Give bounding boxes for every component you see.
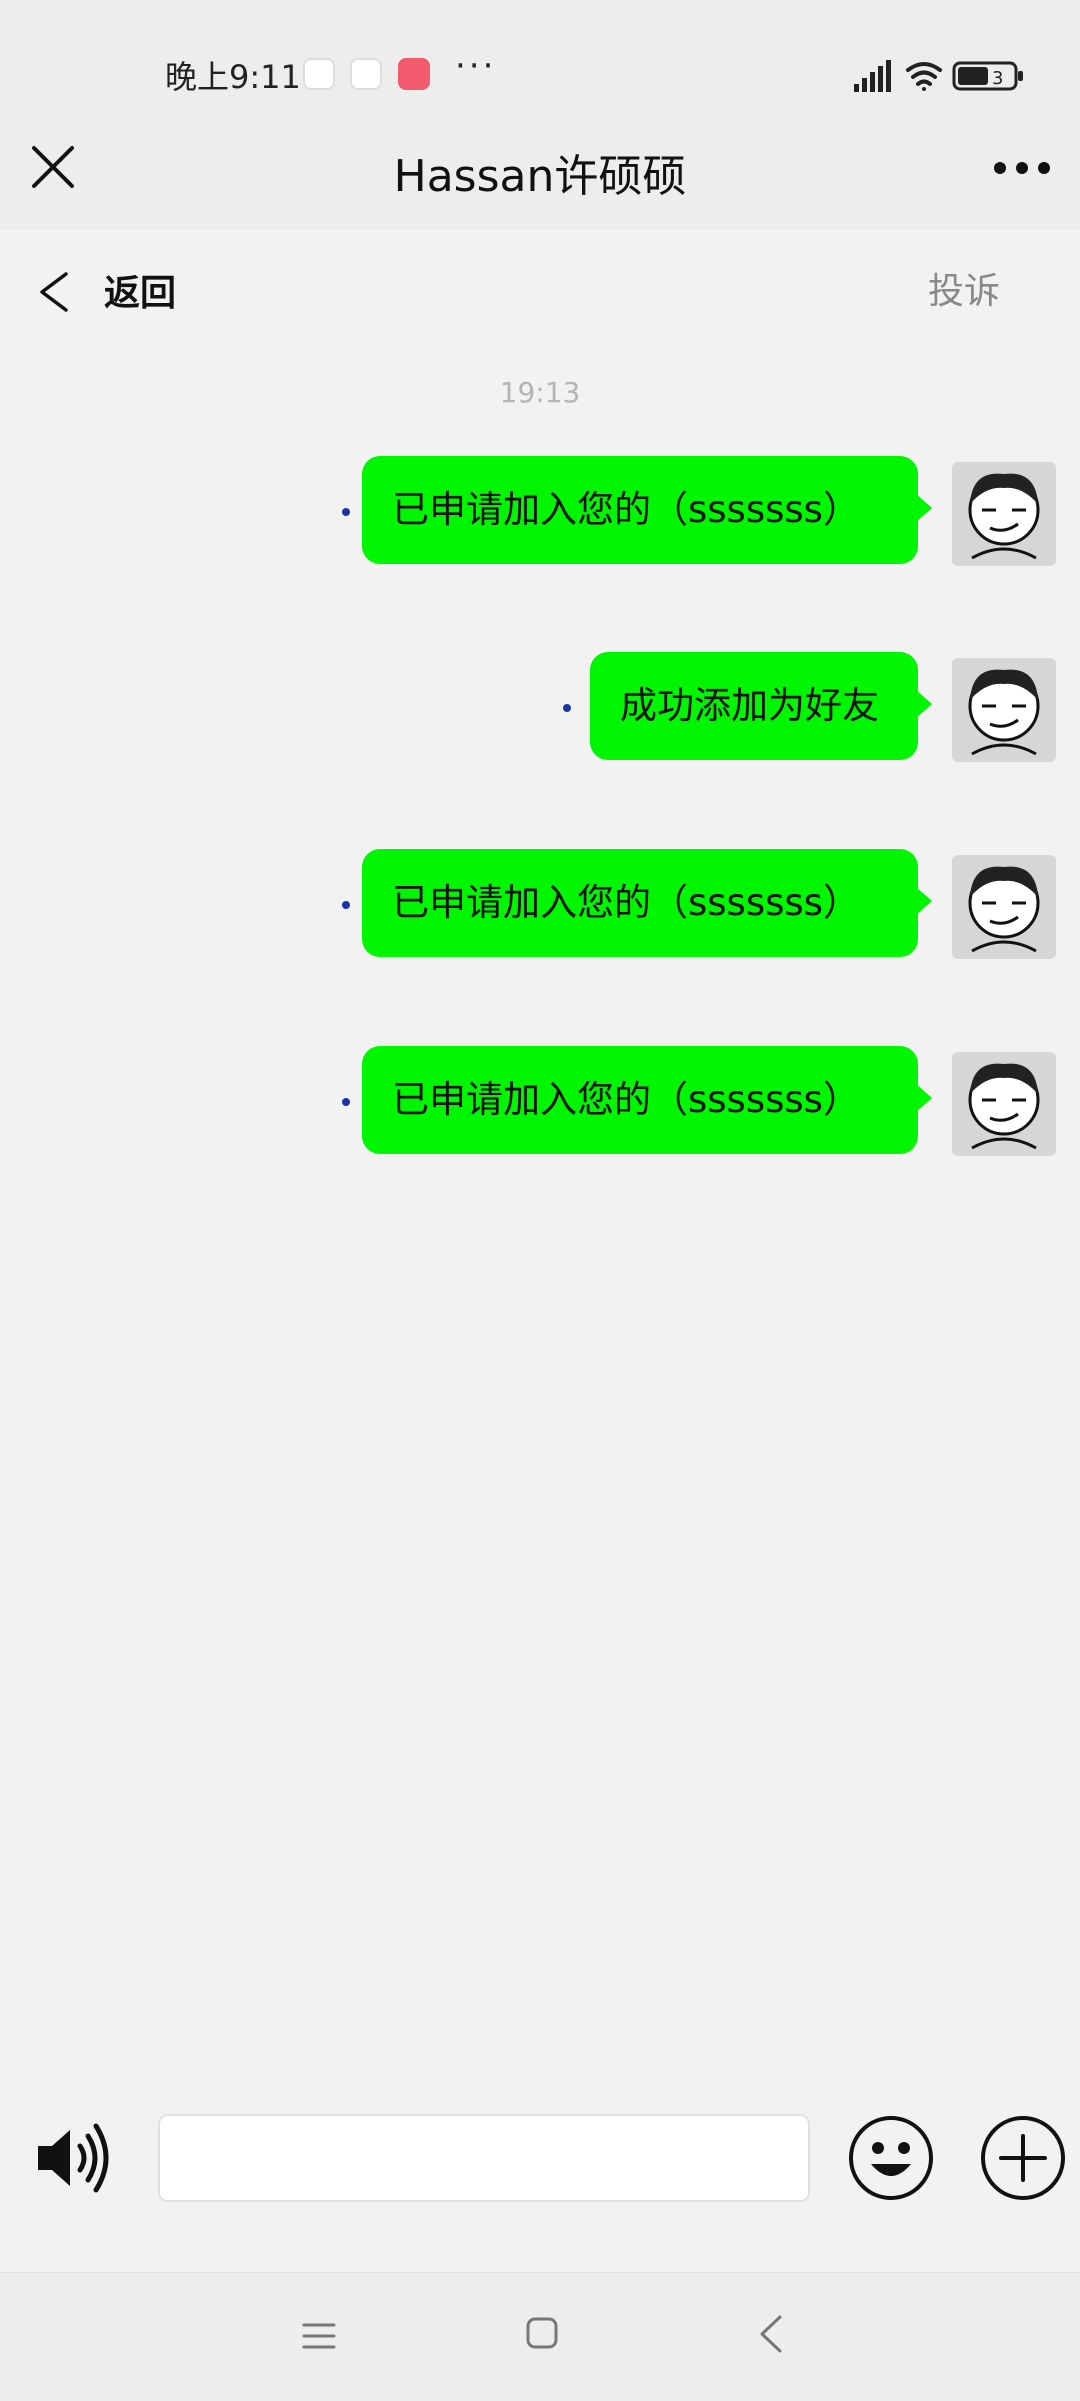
signal-icon: [854, 60, 891, 92]
home-icon[interactable]: [524, 2315, 560, 2351]
emoji-icon[interactable]: [847, 2114, 935, 2202]
read-status-dot: [342, 901, 350, 909]
read-status-dot: [563, 704, 571, 712]
wifi-icon: [906, 62, 942, 91]
message-row: 成功添加为好友: [0, 652, 1080, 762]
message-bubble[interactable]: 已申请加入您的（sssssss）: [362, 456, 932, 564]
message-bubble[interactable]: 已申请加入您的（sssssss）: [362, 849, 932, 957]
message-row: 已申请加入您的（sssssss）: [0, 849, 1080, 959]
message-row: 已申请加入您的（sssssss）: [0, 456, 1080, 566]
message-input[interactable]: [158, 2114, 810, 2202]
back-chevron-icon[interactable]: [36, 270, 70, 314]
qq-icon: [303, 58, 335, 90]
status-time: 晚上9:11: [165, 58, 301, 96]
status-indicators: 3: [854, 60, 1023, 92]
message-bubble[interactable]: 已申请加入您的（sssssss）: [362, 1046, 932, 1154]
back-button[interactable]: 返回: [104, 264, 176, 316]
menu-icon[interactable]: [300, 2319, 338, 2353]
title-bar: Hassan许硕硕: [0, 110, 1080, 230]
avatar[interactable]: [952, 855, 1056, 959]
read-status-dot: [342, 508, 350, 516]
avatar[interactable]: [952, 658, 1056, 762]
more-icon[interactable]: [992, 160, 1052, 176]
input-bar: [0, 2090, 1080, 2220]
avatar[interactable]: [952, 1052, 1056, 1156]
battery-icon: 3: [952, 61, 1023, 91]
page-title: Hassan许硕硕: [393, 151, 687, 202]
sub-bar: 返回 投诉: [0, 230, 1080, 348]
system-nav-bar: [0, 2272, 1080, 2401]
nav-back-icon[interactable]: [756, 2313, 786, 2355]
voice-icon[interactable]: [34, 2120, 114, 2196]
read-status-dot: [342, 1098, 350, 1106]
plus-icon[interactable]: [979, 2114, 1067, 2202]
battery-level: 3: [992, 68, 1003, 89]
message-bubble[interactable]: 成功添加为好友: [590, 652, 932, 760]
avatar[interactable]: [952, 462, 1056, 566]
chat-timestamp: 19:13: [499, 376, 581, 409]
app-icon: [350, 58, 382, 90]
message-row: 已申请加入您的（sssssss）: [0, 1046, 1080, 1156]
status-more-icon: ···: [455, 46, 497, 86]
app-red-icon: [398, 58, 430, 90]
report-button[interactable]: 投诉: [928, 262, 1000, 314]
